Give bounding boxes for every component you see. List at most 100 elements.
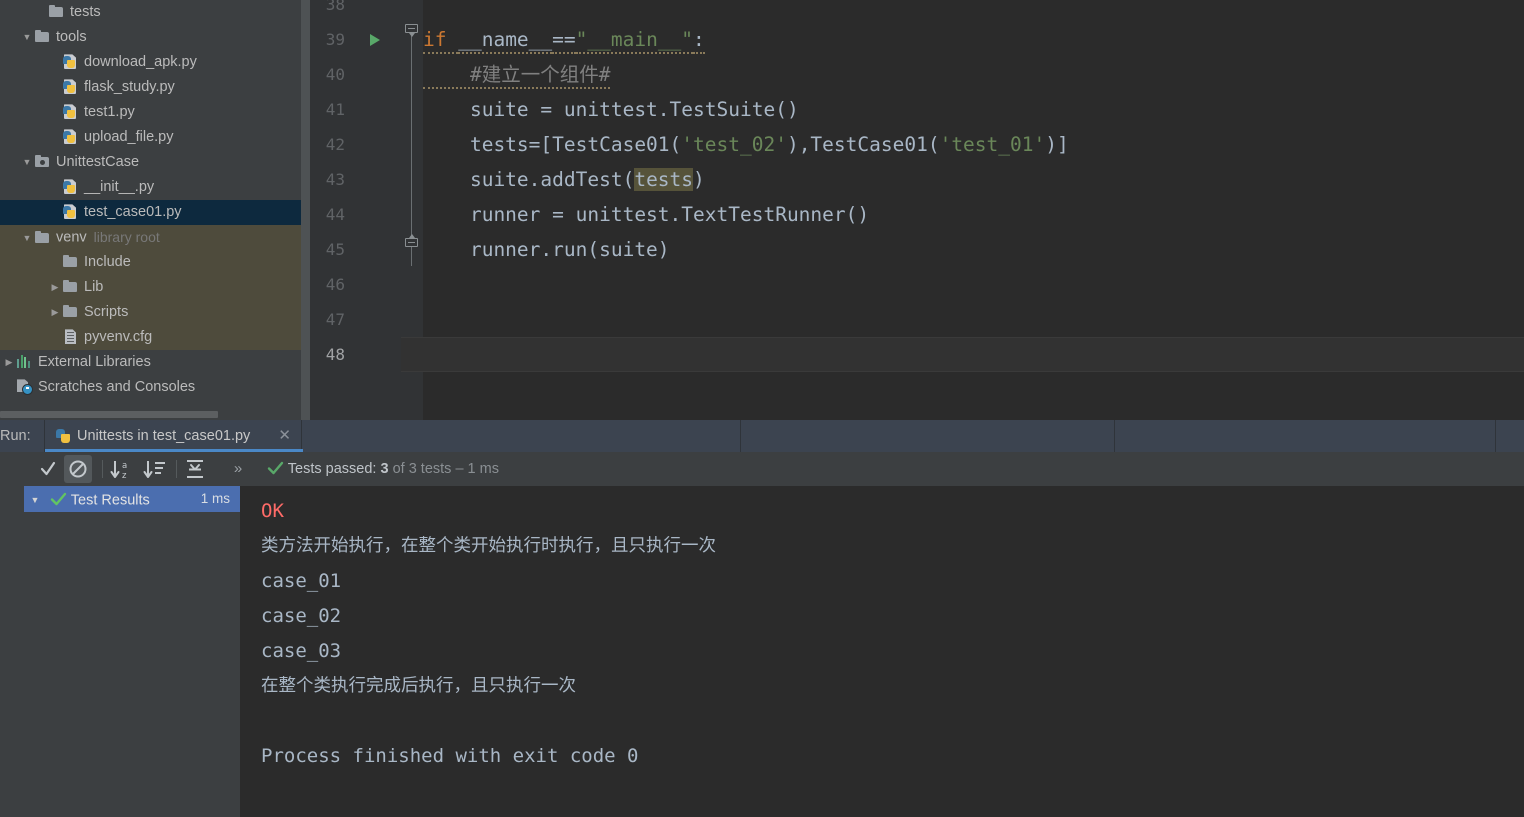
- editor-text-area[interactable]: if __name__=="__main__": #建立一个组件# suite …: [401, 0, 1524, 420]
- run-tab-title: Unittests in test_case01.py: [77, 428, 251, 444]
- sort-by-duration-icon[interactable]: [143, 452, 169, 486]
- tree-item-flask-study-py[interactable]: flask_study.py: [0, 75, 310, 100]
- line-number: 44: [325, 205, 345, 224]
- tests-total-label: of 3 tests – 1 ms: [388, 461, 499, 477]
- test-runner-toolbar: a z » Tests passed: 3 of 3 tests – 1 ms: [0, 452, 1524, 486]
- code-line[interactable]: suite.addTest(tests): [423, 162, 705, 197]
- project-tree-horizontal-scrollbar[interactable]: [0, 408, 301, 420]
- tree-item-test1-py[interactable]: test1.py: [0, 100, 310, 125]
- tree-item-test-case01-py[interactable]: test_case01.py: [0, 200, 310, 225]
- tree-item-label: External Libraries: [38, 354, 151, 370]
- run-tab-bar: Run: Unittests in test_case01.py ✕: [0, 420, 1524, 452]
- line-number: 39: [325, 30, 345, 49]
- chevron-right-icon[interactable]: ▶: [2, 350, 16, 375]
- fold-collapse-icon[interactable]: [405, 24, 418, 37]
- console-line: Process finished with exit code 0: [261, 745, 639, 767]
- code-line[interactable]: runner.run(suite): [423, 232, 670, 267]
- tree-item-lib[interactable]: ▶ Lib: [0, 275, 310, 300]
- code-token: tests=[TestCase01(: [423, 133, 682, 156]
- tree-item-label: flask_study.py: [84, 79, 175, 95]
- more-options-icon[interactable]: »: [228, 452, 248, 486]
- tree-item-label: tools: [56, 29, 87, 45]
- chevron-down-icon[interactable]: ▼: [24, 487, 46, 513]
- code-line[interactable]: if __name__=="__main__":: [423, 22, 705, 57]
- python-file-icon: [55, 428, 72, 444]
- tree-item-label: Lib: [84, 279, 104, 295]
- chevron-down-icon[interactable]: ▼: [20, 226, 34, 251]
- tree-item-scripts[interactable]: ▶ Scripts: [0, 300, 310, 325]
- code-token: tests: [634, 168, 694, 191]
- expand-collapse-all-icon[interactable]: [183, 452, 207, 486]
- folder-icon: [62, 304, 79, 318]
- run-line-icon[interactable]: [368, 22, 382, 57]
- scrollbar-thumb[interactable]: [0, 411, 218, 418]
- python-file-icon: [62, 54, 79, 69]
- scratches-icon: [16, 379, 33, 396]
- folder-icon: [34, 230, 51, 244]
- tree-item-unittestcase[interactable]: ▼ UnittestCase: [0, 150, 310, 175]
- chevron-right-icon[interactable]: ▶: [48, 300, 62, 325]
- test-results-label: Test Results: [70, 492, 150, 509]
- tab-bar-divider: [1114, 420, 1115, 452]
- editor-gutter[interactable]: 38 39 40 41 42 43 44 45 46 47 48: [310, 0, 401, 420]
- chevron-down-icon[interactable]: ▼: [20, 25, 34, 50]
- tree-item-upload-file-py[interactable]: upload_file.py: [0, 125, 310, 150]
- fold-end-icon[interactable]: [405, 234, 418, 251]
- chevron-down-icon[interactable]: ▼: [20, 150, 34, 175]
- close-icon[interactable]: ✕: [278, 420, 291, 452]
- hide-ignored-tests-icon[interactable]: [64, 452, 92, 486]
- test-results-duration: 1 ms: [200, 491, 230, 506]
- pycharm-window: tests ▼ tools download_apk.py flask_study.py…: [0, 0, 1524, 817]
- tests-passed-count: 3: [380, 461, 389, 477]
- run-configuration-tab[interactable]: Unittests in test_case01.py ✕: [44, 420, 303, 452]
- source-folder-icon: [34, 154, 51, 168]
- tree-item-label: venv: [56, 229, 87, 246]
- caret-line-highlight: [401, 337, 1524, 372]
- test-results-root-row[interactable]: ▼ Test Results 1 ms: [24, 486, 240, 512]
- folder-icon: [62, 279, 79, 293]
- tree-item-tools[interactable]: ▼ tools: [0, 25, 310, 50]
- code-line[interactable]: tests=[TestCase01('test_02'),TestCase01(…: [423, 127, 1069, 162]
- tree-item-download-apk-py[interactable]: download_apk.py: [0, 50, 310, 75]
- chevron-right-icon[interactable]: ▶: [48, 275, 62, 300]
- code-token: suite = unittest.TestSuite(): [423, 98, 799, 121]
- tree-item-tests[interactable]: tests: [0, 0, 310, 25]
- sort-alphabetically-icon[interactable]: a z: [110, 452, 136, 486]
- code-line[interactable]: runner = unittest.TextTestRunner(): [423, 197, 869, 232]
- code-line[interactable]: suite = unittest.TestSuite(): [423, 92, 799, 127]
- code-line[interactable]: #建立一个组件#: [423, 57, 611, 92]
- line-number: 48: [325, 345, 345, 364]
- code-token: ): [693, 168, 705, 191]
- tree-item-pyvenv-cfg[interactable]: pyvenv.cfg: [0, 325, 310, 350]
- code-token: ),TestCase01(: [786, 133, 940, 156]
- tree-item-include[interactable]: Include: [0, 250, 310, 275]
- svg-text:a: a: [122, 461, 127, 471]
- line-number: 40: [325, 65, 345, 84]
- code-block-guide: [411, 36, 412, 266]
- show-passed-tests-icon[interactable]: [38, 452, 58, 486]
- tree-item-label: test1.py: [84, 104, 135, 120]
- code-token: "__main__": [575, 28, 694, 54]
- test-output-console[interactable]: OK 类方法开始执行，在整个类开始执行时执行，且只执行一次 case_01 case_…: [241, 486, 1524, 817]
- code-token: #建立一个组件#: [423, 63, 611, 89]
- python-file-icon: [62, 79, 79, 94]
- code-token: __name__: [458, 28, 553, 54]
- code-token: :: [693, 28, 705, 54]
- test-results-tree[interactable]: ▼ Test Results 1 ms: [24, 486, 240, 817]
- tab-bar-divider: [1495, 420, 1496, 452]
- line-number: 43: [325, 170, 345, 189]
- tree-item-scratches-and-consoles[interactable]: Scratches and Consoles: [0, 375, 310, 400]
- python-file-icon: [62, 179, 79, 194]
- tree-item-label: Include: [84, 254, 131, 270]
- project-tool-window[interactable]: tests ▼ tools download_apk.py flask_study.py…: [0, 0, 310, 420]
- tree-item-label: upload_file.py: [84, 129, 174, 145]
- tree-item-init-py[interactable]: __init__.py: [0, 175, 310, 200]
- tree-item-external-libraries[interactable]: ▶ External Libraries: [0, 350, 310, 375]
- line-number: 45: [325, 240, 345, 259]
- code-editor[interactable]: 38 39 40 41 42 43 44 45 46 47 48 if __name__=="__m…: [310, 0, 1524, 420]
- tree-item-venv[interactable]: ▼ venv library root: [0, 225, 310, 250]
- console-line: 在整个类执行完成后执行，且只执行一次: [261, 676, 576, 696]
- tree-item-label: Scripts: [84, 304, 129, 320]
- folder-icon: [34, 29, 51, 43]
- code-token: ==: [552, 28, 576, 54]
